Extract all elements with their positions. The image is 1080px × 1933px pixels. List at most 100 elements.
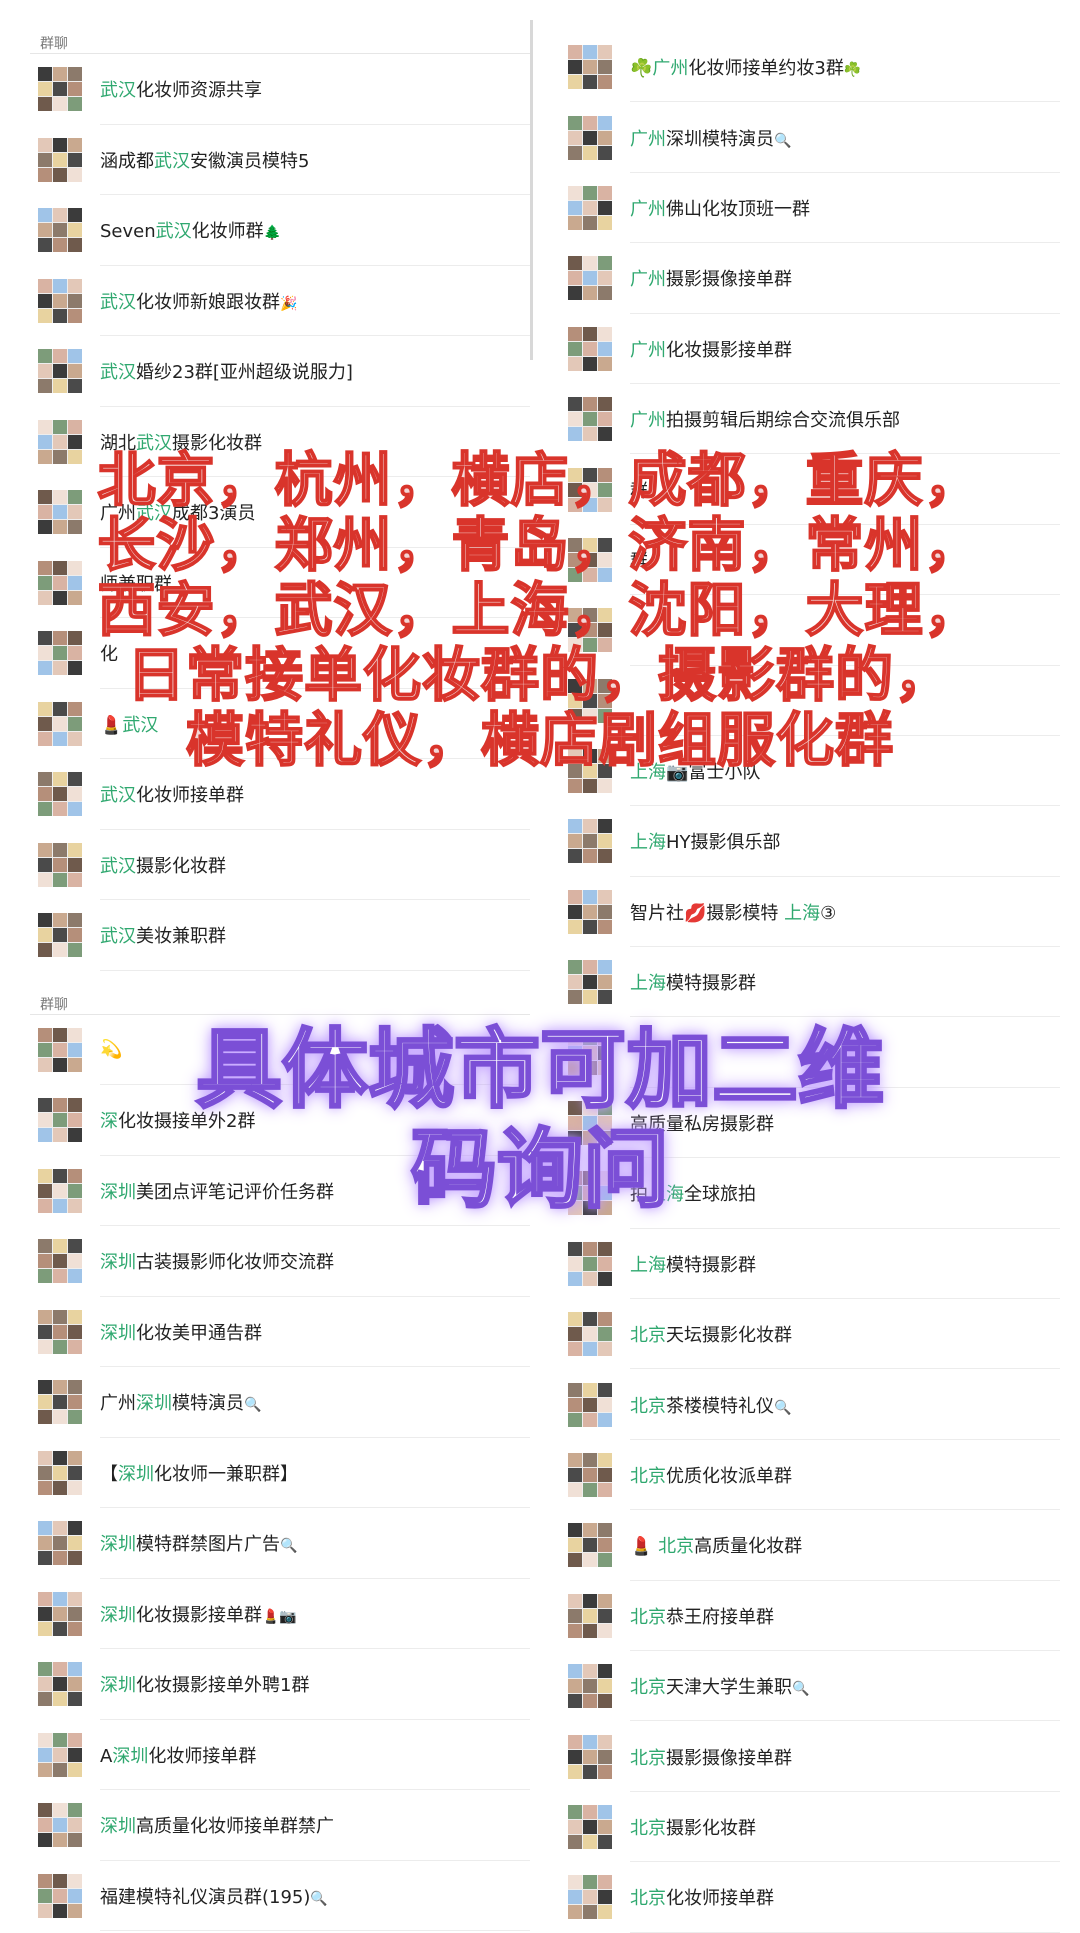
group-name-hl: 武汉 (100, 926, 136, 948)
group-avatar (38, 913, 82, 958)
group-name-em: 🎉 (280, 295, 298, 312)
chat-list-item[interactable]: 【深圳化妆师一兼职群】 (30, 1438, 530, 1509)
group-avatar (568, 1664, 612, 1709)
group-avatar (38, 1380, 82, 1425)
group-avatar (38, 1662, 82, 1707)
group-name-pre: 【 (100, 1463, 118, 1485)
group-name: 北京天坛摄影化妆群 (630, 1321, 792, 1347)
chat-list-item[interactable]: 北京优质化妆派单群 (560, 1440, 1060, 1511)
group-name-hl: 广州 (630, 410, 666, 432)
group-name-em: 🔍 (774, 1399, 792, 1416)
chat-list-item[interactable]: 武汉化妆师新娘跟妆群🎉 (30, 266, 530, 337)
group-name-hl: 深圳 (100, 1675, 136, 1697)
group-name-pre: 智片社💋摄影模特 (630, 902, 785, 924)
group-avatar (568, 960, 612, 1005)
chat-list-item[interactable]: 上海模特摄影群 (560, 1229, 1060, 1300)
chat-list-item[interactable]: 北京摄影摄像接单群 (560, 1721, 1060, 1793)
group-name-post: 拍摄剪辑后期综合交流俱乐部 (666, 410, 900, 432)
group-name-hl: 武汉 (100, 291, 136, 313)
chat-list-item[interactable]: 北京天坛摄影化妆群 (560, 1299, 1060, 1370)
group-name: 深圳化妆摄影接单群💄📷 (100, 1601, 297, 1627)
banner-line: 码询问 (410, 1119, 671, 1222)
chat-list-item[interactable]: 北京天津大学生兼职🔍 (560, 1651, 1060, 1722)
chat-list-item[interactable]: Seven武汉化妆师群🌲 (30, 195, 530, 266)
group-name-hl: 北京 (630, 1747, 666, 1769)
group-avatar (38, 1027, 82, 1072)
chat-list-item[interactable]: 深圳古装摄影师化妆师交流群 (30, 1226, 530, 1297)
chat-list-item[interactable]: 广州化妆摄影接单群 (560, 314, 1060, 385)
group-name-post: 化妆师群 (191, 221, 264, 243)
group-name-post: 摄影摄像接单群 (666, 269, 792, 291)
scrollbar[interactable] (530, 20, 533, 360)
group-name: 武汉摄影化妆群 (100, 852, 226, 878)
group-name: 广州拍摄剪辑后期综合交流俱乐部 (630, 406, 900, 432)
group-name-post: 模特群禁图片广告 (136, 1534, 280, 1556)
chat-list-item[interactable]: 涵成都武汉安徽演员模特5 (30, 125, 530, 196)
group-name-post: 茶楼模特礼仪 (666, 1395, 774, 1417)
chat-list-item[interactable]: A深圳化妆师接单群 (30, 1720, 530, 1791)
group-name: 武汉化妆师新娘跟妆群🎉 (100, 288, 297, 314)
chat-list-item[interactable]: 上海模特摄影群 (560, 947, 1060, 1018)
chat-list-item[interactable]: ☘️广州化妆师接单约妆3群☘️ (560, 32, 1060, 103)
group-name-post: 安徽演员模特5 (190, 150, 310, 172)
group-name: ☘️广州化妆师接单约妆3群☘️ (630, 54, 861, 80)
chat-list-item[interactable]: 广州摄影摄像接单群 (560, 243, 1060, 314)
chat-list-item[interactable]: 北京化妆师接单群 (560, 1862, 1060, 1933)
group-name-pre: ☘️ (630, 58, 653, 80)
group-avatar (38, 1098, 82, 1143)
group-name: 北京茶楼模特礼仪🔍 (630, 1392, 791, 1418)
group-avatar (38, 1521, 82, 1566)
group-name: 广州化妆摄影接单群 (630, 336, 792, 362)
chat-list-item[interactable]: 💄 北京高质量化妆群 (560, 1510, 1060, 1581)
chat-list-item[interactable]: 北京摄影化妆群 (560, 1792, 1060, 1863)
city-list-banner: 北京，杭州，横店，成都，重庆， 长沙，郑州，青岛，济南，常州， 西安，武汉，上海… (40, 447, 1040, 774)
group-name: 北京摄影摄像接单群 (630, 1744, 792, 1770)
group-name-post: ③ (820, 902, 837, 924)
group-name: A深圳化妆师接单群 (100, 1742, 256, 1768)
group-name-hl: 上海 (630, 832, 666, 854)
group-name-hl: 广州 (630, 269, 666, 291)
group-name: 北京摄影化妆群 (630, 1814, 756, 1840)
group-avatar (568, 1241, 612, 1286)
group-avatar (568, 889, 612, 934)
chat-list-item[interactable]: 武汉化妆师资源共享 (30, 54, 530, 125)
chat-list-item[interactable]: 深圳化妆美甲通告群 (30, 1297, 530, 1368)
group-name-hl: 北京 (630, 1466, 666, 1487)
group-name-hl: 广州 (630, 198, 666, 220)
right-chat-list: ☘️广州化妆师接单约妆3群☘️ 广州深圳模特演员🔍 广州佛山化妆顶班一群 广州摄影摄像… (560, 0, 1060, 1933)
chat-list-item[interactable]: 广州深圳模特演员🔍 (30, 1367, 530, 1438)
chat-list-item[interactable]: 智片社💋摄影模特 上海③ (560, 877, 1060, 948)
group-name-post: 化妆师资源共享 (136, 80, 262, 102)
group-name-hl: 北京 (630, 1888, 666, 1910)
group-name: 深圳模特群禁图片广告🔍 (100, 1530, 297, 1556)
group-name-post: 化妆摄影接单群 (666, 339, 792, 361)
group-avatar (568, 185, 612, 230)
group-name-pre: 💄 (630, 1536, 659, 1558)
chat-list-item[interactable]: 深圳化妆摄影接单外聘1群 (30, 1649, 530, 1720)
group-name-pre: A (100, 1745, 113, 1767)
chat-list-item[interactable]: 福建模特礼仪演员群(195)🔍 (30, 1861, 530, 1932)
group-avatar (38, 1168, 82, 1213)
group-name-pre: Seven (100, 221, 156, 243)
group-avatar (568, 1593, 612, 1638)
group-name-hl: 北京 (630, 1395, 666, 1417)
chat-list-item[interactable]: 武汉摄影化妆群 (30, 830, 530, 901)
chat-list-item[interactable]: 广州拍摄剪辑后期综合交流俱乐部 (560, 384, 1060, 455)
group-name-hl: 深圳 (136, 1393, 172, 1415)
group-name-em: ☘️ (843, 62, 862, 79)
group-name-post: 佛山化妆顶班一群 (666, 198, 810, 220)
banner-line: 西安，武汉，上海，沈阳，大理， (96, 576, 983, 644)
chat-list-item[interactable]: 北京茶楼模特礼仪🔍 (560, 1369, 1060, 1441)
chat-list-item[interactable]: 广州佛山化妆顶班一群 (560, 173, 1060, 244)
chat-list-item[interactable]: 武汉美妆兼职群 (30, 900, 530, 971)
chat-list-item[interactable]: 北京恭王府接单群 (560, 1581, 1060, 1652)
group-name: 深圳高质量化妆师接单群禁广 (100, 1812, 334, 1838)
chat-list-item[interactable]: 武汉婚纱23群[亚州超级说服力] (30, 336, 530, 407)
group-name-post: 化妆师接单约妆3群 (688, 58, 844, 80)
chat-list-item[interactable]: 深圳化妆摄影接单群💄📷 (30, 1579, 530, 1650)
chat-list-item[interactable]: 广州深圳模特演员🔍 (560, 102, 1060, 174)
group-avatar (38, 208, 82, 253)
chat-list-item[interactable]: 深圳模特群禁图片广告🔍 (30, 1508, 530, 1579)
chat-list-item[interactable]: 深圳高质量化妆师接单群禁广 (30, 1790, 530, 1861)
chat-list-item[interactable]: 上海HY摄影俱乐部 (560, 806, 1060, 878)
